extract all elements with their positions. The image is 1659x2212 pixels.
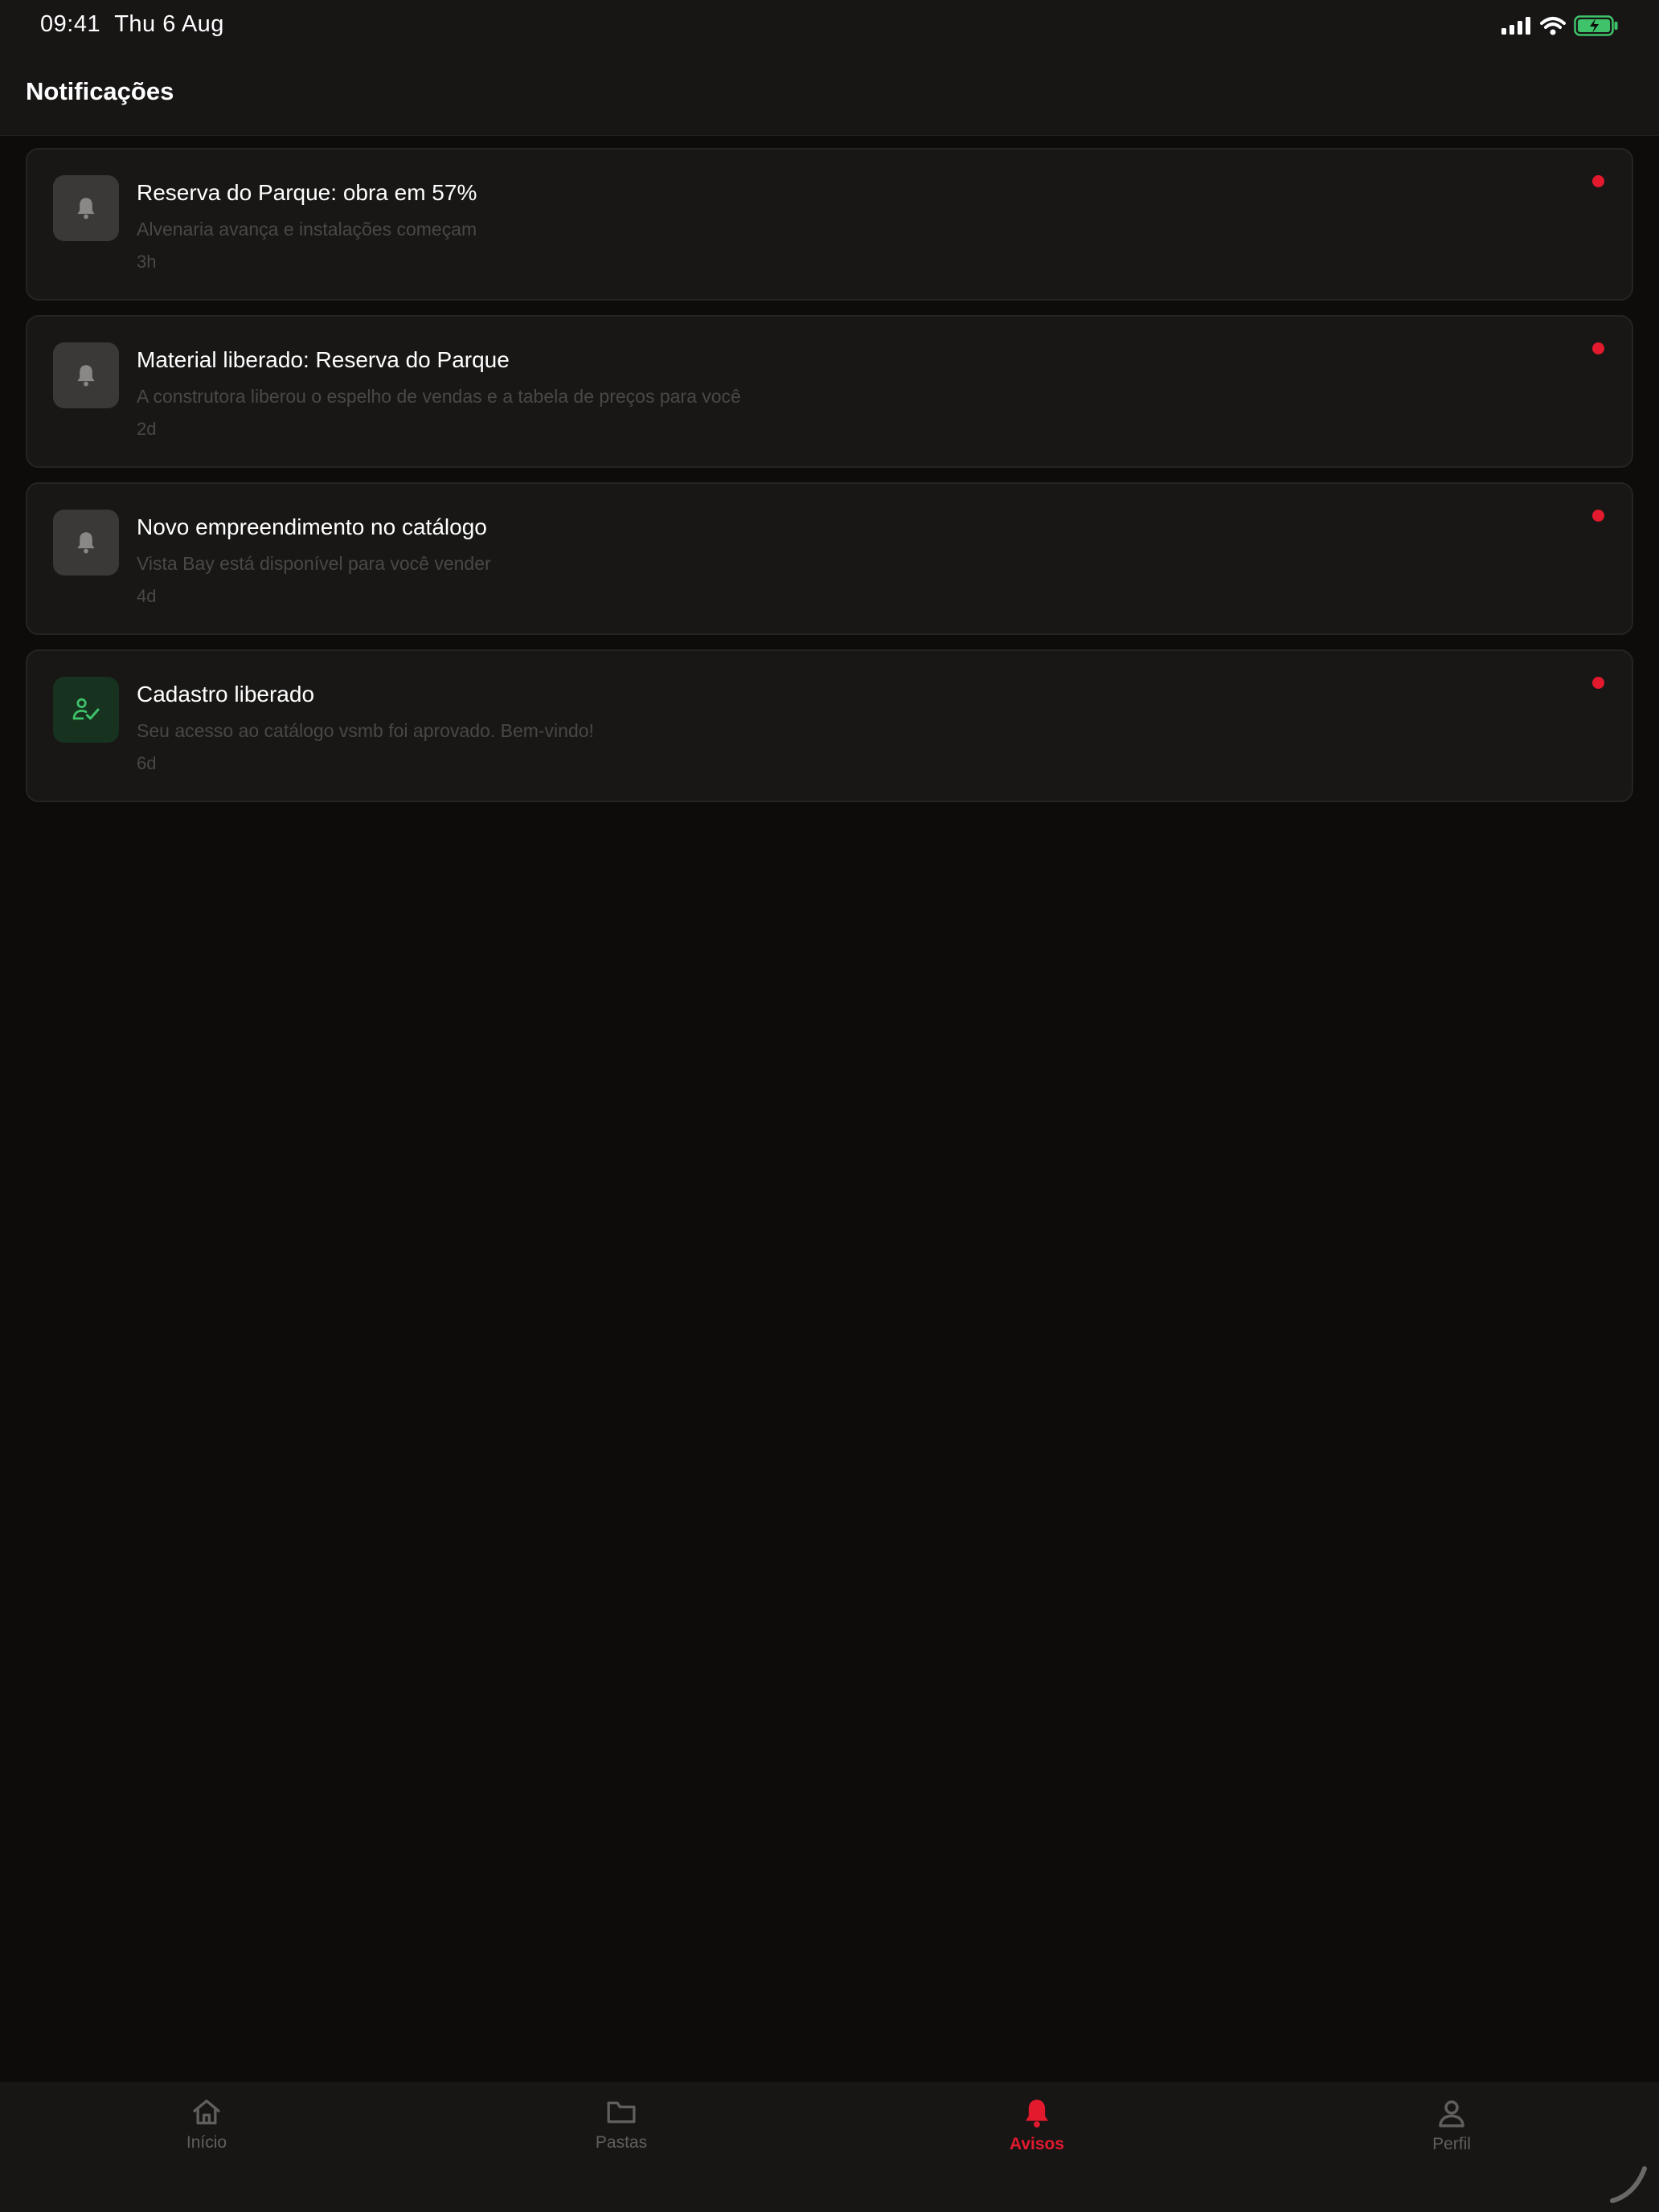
page-header: Notificações — [0, 51, 1659, 136]
status-bar: 09:41 Thu 6 Aug — [0, 0, 1659, 51]
notification-title: Material liberado: Reserva do Parque — [137, 347, 510, 372]
notification-body: Seu acesso ao catálogo vsmb foi aprovado… — [137, 720, 594, 741]
notification-title: Reserva do Parque: obra em 57% — [137, 180, 477, 205]
tab-label: Início — [186, 2133, 227, 2152]
tab-label: Perfil — [1432, 2135, 1471, 2153]
tab-pastas[interactable]: Pastas — [541, 2096, 702, 2177]
bell-icon — [1026, 2099, 1048, 2128]
bell-icon — [77, 532, 95, 554]
status-time: 09:41 Thu 6 Aug — [40, 11, 224, 38]
bell-icon — [77, 365, 95, 387]
tab-label: Avisos — [1009, 2135, 1065, 2153]
tab-inicio[interactable]: Início — [126, 2096, 287, 2177]
status-clock: 09:41 — [40, 11, 101, 37]
unread-dot — [1592, 510, 1604, 522]
notification-time: 2d — [137, 419, 157, 439]
notification-time: 4d — [137, 586, 157, 606]
unread-dot — [1592, 175, 1604, 187]
tab-label: Pastas — [595, 2133, 648, 2152]
notification-title: Cadastro liberado — [137, 682, 315, 707]
page-title: Notificações — [26, 77, 174, 105]
notification-icon-box — [53, 677, 119, 743]
notification-body: Vista Bay está disponível para você vend… — [137, 553, 491, 574]
notification-card[interactable]: Reserva do Parque: obra em 57% Alvenaria… — [26, 148, 1633, 301]
signal-icon — [1501, 17, 1530, 35]
notification-icon-box — [53, 510, 119, 576]
notification-body: A construtora liberou o espelho de venda… — [137, 386, 741, 407]
tab-bar: Início Pastas Avisos Perfil — [0, 2082, 1659, 2212]
tab-perfil[interactable]: Perfil — [1371, 2096, 1532, 2177]
wifi-icon — [1540, 17, 1566, 35]
unread-dot — [1592, 677, 1604, 689]
notification-card[interactable]: Cadastro liberado Seu acesso ao catálogo… — [26, 649, 1633, 802]
notification-icon-box — [53, 175, 119, 241]
status-icons — [1501, 14, 1619, 37]
notification-title: Novo empreendimento no catálogo — [137, 514, 487, 539]
notification-list: Reserva do Parque: obra em 57% Alvenaria… — [26, 148, 1633, 817]
folder-icon — [607, 2101, 636, 2124]
unread-dot — [1592, 342, 1604, 354]
battery-charging-icon — [1574, 15, 1618, 36]
bell-icon — [77, 198, 95, 219]
notification-time: 6d — [137, 753, 157, 773]
notification-time: 3h — [137, 252, 157, 272]
notification-icon-box — [53, 342, 119, 408]
user-check-icon — [72, 698, 100, 720]
status-date: Thu 6 Aug — [114, 11, 224, 37]
user-icon — [1439, 2100, 1464, 2128]
notification-body: Alvenaria avança e instalações começam — [137, 219, 477, 240]
tab-avisos[interactable]: Avisos — [956, 2096, 1117, 2177]
notification-card[interactable]: Material liberado: Reserva do Parque A c… — [26, 315, 1633, 468]
resize-corner-icon — [1610, 2166, 1647, 2203]
home-icon — [193, 2099, 220, 2124]
notification-card[interactable]: Novo empreendimento no catálogo Vista Ba… — [26, 482, 1633, 635]
